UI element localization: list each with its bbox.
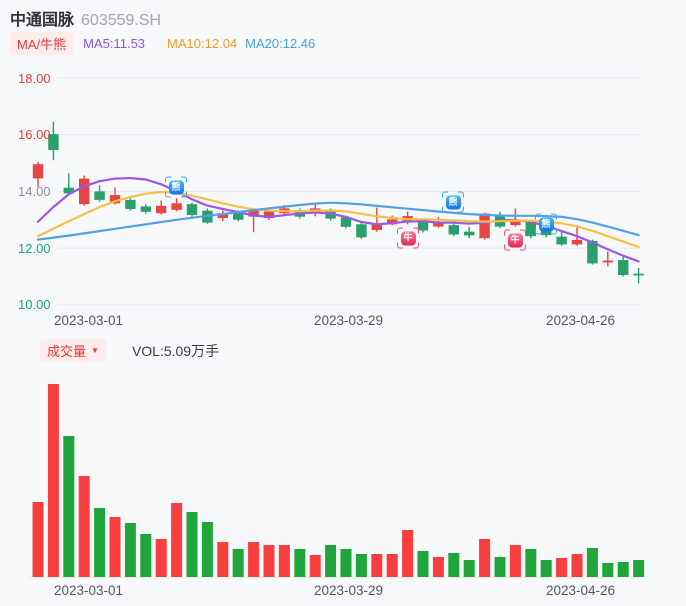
candle-body[interactable] bbox=[618, 260, 629, 276]
volume-bar[interactable] bbox=[386, 554, 398, 577]
volume-bar[interactable] bbox=[155, 539, 167, 577]
bull-icon: 牛 bbox=[507, 233, 523, 247]
volume-indicator-toggle[interactable]: 成交量 ▼ bbox=[40, 339, 106, 362]
volume-bar[interactable] bbox=[32, 502, 44, 577]
candle-body[interactable] bbox=[32, 164, 44, 179]
volume-bar[interactable] bbox=[248, 542, 260, 577]
volume-bar[interactable] bbox=[325, 545, 337, 577]
volume-bar[interactable] bbox=[402, 530, 414, 577]
price-tick-label: 10.00 bbox=[18, 297, 51, 313]
volume-bar[interactable] bbox=[109, 517, 121, 577]
volume-bar[interactable] bbox=[263, 545, 275, 577]
volume-bar[interactable] bbox=[371, 554, 383, 577]
candle-body[interactable] bbox=[479, 213, 490, 239]
volume-bar[interactable] bbox=[140, 534, 152, 577]
volume-value: VOL:5.09万手 bbox=[131, 342, 220, 359]
volume-bar[interactable] bbox=[633, 560, 645, 577]
volume-bar[interactable] bbox=[47, 384, 59, 577]
volume-bar[interactable] bbox=[525, 549, 537, 577]
volume-bar[interactable] bbox=[94, 508, 106, 577]
candle-body[interactable] bbox=[140, 206, 151, 212]
volume-bar[interactable] bbox=[463, 560, 475, 577]
volume-bar[interactable] bbox=[171, 503, 183, 577]
stock-chart-app: 中通国脉 603559.SH MA/牛熊 MA5:11.53 MA10:12.04… bbox=[0, 0, 686, 606]
volume-header-row: 成交量 ▼ VOL:5.09万手 bbox=[40, 339, 219, 362]
volume-bar[interactable] bbox=[78, 476, 90, 577]
volume-bar[interactable] bbox=[278, 545, 290, 577]
volume-bar[interactable] bbox=[232, 549, 244, 577]
volume-bar[interactable] bbox=[294, 549, 306, 577]
date-tick-label: 2023-03-01 bbox=[53, 313, 124, 328]
volume-bar[interactable] bbox=[63, 436, 75, 577]
bear-signal-marker[interactable]: 熊 bbox=[442, 191, 464, 213]
volume-bar[interactable] bbox=[556, 558, 568, 577]
volume-bar[interactable] bbox=[355, 554, 367, 577]
candle-body[interactable] bbox=[156, 205, 167, 214]
volume-bar[interactable] bbox=[417, 551, 429, 577]
volume-bar[interactable] bbox=[432, 557, 444, 577]
bear-icon: 熊 bbox=[445, 195, 461, 209]
bull-signal-marker[interactable]: 牛 bbox=[397, 227, 419, 249]
price-tick-label: 18.00 bbox=[18, 70, 51, 86]
price-tick-label: 14.00 bbox=[18, 183, 51, 199]
volume-bar[interactable] bbox=[340, 549, 352, 577]
candle-body[interactable] bbox=[448, 225, 459, 235]
price-tick-label: 16.00 bbox=[18, 127, 51, 143]
date-tick-label: 2023-04-26 bbox=[545, 313, 616, 328]
volume-bar[interactable] bbox=[509, 545, 521, 577]
candle-body[interactable] bbox=[94, 191, 105, 200]
kline-and-volume-canvas[interactable] bbox=[0, 0, 686, 606]
volume-bar[interactable] bbox=[186, 512, 198, 577]
candle-body[interactable] bbox=[79, 178, 90, 205]
candle-body[interactable] bbox=[556, 236, 567, 245]
volume-bar[interactable] bbox=[479, 539, 491, 577]
candle-body[interactable] bbox=[633, 273, 644, 276]
volume-bar[interactable] bbox=[201, 522, 213, 577]
date-tick-label: 2023-03-29 bbox=[313, 583, 384, 598]
volume-bar[interactable] bbox=[602, 563, 614, 577]
volume-bar[interactable] bbox=[540, 560, 552, 577]
candle-body[interactable] bbox=[171, 203, 182, 210]
candle-body[interactable] bbox=[602, 260, 613, 263]
bear-icon: 熊 bbox=[168, 180, 184, 194]
date-tick-label: 2023-03-01 bbox=[53, 583, 124, 598]
volume-bar[interactable] bbox=[571, 554, 583, 577]
candle-body[interactable] bbox=[464, 231, 475, 236]
bear-signal-marker[interactable]: 熊 bbox=[165, 176, 187, 198]
date-tick-label: 2023-03-29 bbox=[313, 313, 384, 328]
volume-bar[interactable] bbox=[448, 553, 460, 577]
candle-body[interactable] bbox=[356, 224, 367, 238]
bear-icon: 熊 bbox=[538, 217, 554, 231]
date-tick-label: 2023-04-26 bbox=[545, 583, 616, 598]
bull-signal-marker[interactable]: 牛 bbox=[504, 229, 526, 251]
volume-bar[interactable] bbox=[586, 548, 598, 577]
bull-icon: 牛 bbox=[400, 231, 416, 245]
volume-bar[interactable] bbox=[217, 542, 229, 577]
caret-down-icon: ▼ bbox=[91, 346, 99, 355]
price-tick-label: 12.00 bbox=[18, 240, 51, 256]
candle-body[interactable] bbox=[571, 239, 583, 245]
volume-bar[interactable] bbox=[309, 555, 321, 577]
volume-bar[interactable] bbox=[494, 557, 506, 577]
candle-body[interactable] bbox=[125, 199, 136, 209]
volume-bar[interactable] bbox=[617, 562, 629, 577]
candle-body[interactable] bbox=[186, 204, 198, 215]
volume-label: 成交量 bbox=[47, 344, 87, 359]
volume-bar[interactable] bbox=[124, 523, 136, 577]
bear-signal-marker[interactable]: 熊 bbox=[535, 213, 557, 235]
